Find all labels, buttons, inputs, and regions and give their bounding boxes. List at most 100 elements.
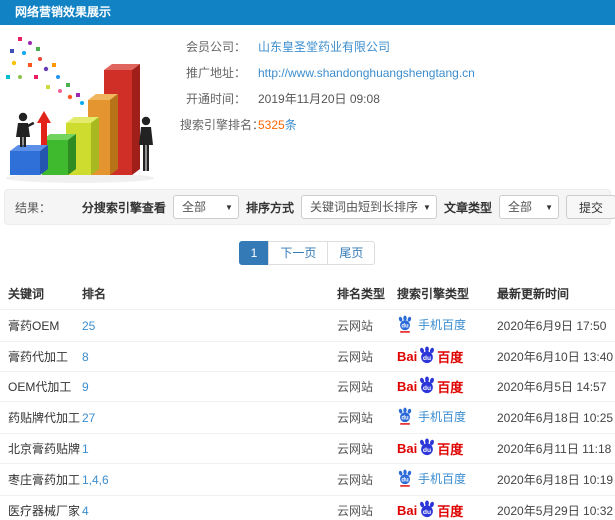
- baidu-cn-text: 百度: [437, 350, 464, 365]
- mobile-baidu-logo: du 手机百度: [397, 469, 466, 487]
- keyword-cell: 医疗器械厂家: [0, 495, 82, 520]
- chevron-down-icon: ▼: [225, 203, 233, 212]
- baidu-paw-icon: du: [420, 499, 435, 517]
- mobile-du-text: du: [401, 324, 409, 330]
- member-company-row: 会员公司： 山东皇圣堂药业有限公司: [180, 39, 615, 55]
- engine-rank-value[interactable]: 5325条: [258, 117, 297, 133]
- baidu-logo: Bai du 百度: [397, 345, 464, 366]
- rank-link[interactable]: 27: [82, 411, 95, 425]
- baidu-paw-icon: du: [420, 345, 435, 363]
- sort-filter-select[interactable]: 关键词由短到长排序 ▼: [300, 195, 437, 219]
- keyword-cell: 北京膏药贴牌: [0, 433, 82, 464]
- engine-rank-row: 搜索引擎排名： 5325条: [180, 117, 615, 133]
- update-time-cell: 2020年6月9日 17:50: [497, 309, 615, 342]
- baidu-du-text: du: [423, 385, 431, 392]
- keyword-cell: 枣庄膏药加工: [0, 463, 82, 496]
- rank-type-cell: 云网站: [337, 341, 397, 372]
- baidu-cn-text: 百度: [437, 442, 464, 457]
- baidu-du-text: du: [423, 355, 431, 362]
- baidu-logo: Bai du 百度: [397, 499, 464, 520]
- mobile-du-text: du: [401, 478, 409, 484]
- table-row: 药贴牌代加工 27 云网站 du 手机百度 2020年6月18日 10:25: [0, 401, 615, 434]
- rank-link[interactable]: 1: [82, 442, 89, 456]
- page-title: 网络营销效果展示: [15, 5, 112, 19]
- keyword-cell: 膏药代加工: [0, 341, 82, 372]
- baidu-paw-icon: du: [398, 315, 412, 333]
- member-info-section: 会员公司： 山东皇圣堂药业有限公司 推广地址： http://www.shand…: [0, 25, 615, 187]
- page-header: 网络营销效果展示: [0, 0, 615, 25]
- mobile-baidu-label: 手机百度: [418, 409, 467, 424]
- engine-filter-value: 全部: [181, 200, 206, 214]
- open-time-label: 开通时间：: [185, 92, 246, 106]
- baidu-cn-text: 百度: [437, 380, 464, 395]
- rank-link[interactable]: 9: [82, 380, 89, 394]
- sort-filter-label: 排序方式: [245, 200, 294, 215]
- rank-type-cell: 云网站: [337, 495, 397, 520]
- promo-url-link[interactable]: http://www.shandonghuangshengtang.cn: [258, 65, 475, 81]
- chevron-down-icon: ▼: [423, 203, 431, 212]
- mobile-baidu-label: 手机百度: [418, 317, 467, 332]
- rank-link[interactable]: 25: [82, 319, 95, 333]
- baidu-bai-text: Bai: [397, 503, 418, 518]
- rank-link[interactable]: 8: [82, 350, 89, 364]
- engine-filter-select[interactable]: 全部 ▼: [172, 195, 239, 219]
- growth-chart-illustration: [6, 37, 154, 183]
- keyword-cell: 膏药OEM: [0, 309, 82, 342]
- update-time-cell: 2020年6月11日 11:18: [497, 433, 615, 464]
- rank-type-cell: 云网站: [337, 433, 397, 464]
- article-type-value: 全部: [507, 200, 532, 214]
- table-row: 医疗器械厂家 4 云网站 Bai du 百度 2020年5月29日 10:32: [0, 495, 615, 520]
- rank-type-cell: 云网站: [337, 371, 397, 402]
- sort-filter-value: 关键词由短到长排序: [309, 200, 418, 214]
- baidu-logo: Bai du 百度: [397, 437, 464, 458]
- table-row: 北京膏药贴牌 1 云网站 Bai du 百度 2020年6月11日 11:18: [0, 433, 615, 464]
- table-row: 膏药OEM 25 云网站 du 手机百度 2020年6月9日 17:50: [0, 309, 615, 342]
- promo-url-row: 推广地址： http://www.shandonghuangshengtang.…: [180, 65, 615, 81]
- baidu-cn-text: 百度: [437, 504, 464, 519]
- pagination: 1 下一页 尾页: [0, 241, 615, 265]
- table-row: 枣庄膏药加工 1,4,6 云网站 du 手机百度 2020年6月18日 10:1…: [0, 463, 615, 496]
- engine-filter-label: 分搜索引擎查看: [81, 200, 166, 215]
- submit-button[interactable]: 提交: [565, 195, 615, 219]
- result-label: 结果：: [15, 200, 52, 215]
- header-update-time: 最新更新时间: [497, 287, 570, 301]
- article-type-select[interactable]: 全部 ▼: [498, 195, 559, 219]
- rank-link[interactable]: 1,4,6: [82, 473, 109, 487]
- keyword-cell: 药贴牌代加工: [0, 401, 82, 434]
- table-row: OEM代加工 9 云网站 Bai du 百度 2020年6月5日 14:57: [0, 371, 615, 402]
- keyword-cell: OEM代加工: [0, 371, 82, 402]
- baidu-bai-text: Bai: [397, 441, 418, 456]
- promo-url-label: 推广地址：: [185, 66, 246, 80]
- open-time-value: 2019年11月20日 09:08: [258, 92, 380, 106]
- rank-type-cell: 云网站: [337, 401, 397, 434]
- open-time-row: 开通时间： 2019年11月20日 09:08: [180, 91, 615, 107]
- update-time-cell: 2020年6月18日 10:25: [497, 401, 615, 434]
- rank-type-cell: 云网站: [337, 309, 397, 342]
- table-row: 膏药代加工 8 云网站 Bai du 百度 2020年6月10日 13:40: [0, 341, 615, 372]
- page-next-button[interactable]: 下一页: [268, 241, 329, 265]
- rank-count: 5325: [258, 118, 285, 132]
- mobile-baidu-logo: du 手机百度: [397, 315, 466, 333]
- page-current[interactable]: 1: [238, 241, 270, 265]
- header-rank-type: 排名类型: [337, 287, 386, 301]
- member-company-link[interactable]: 山东皇圣堂药业有限公司: [258, 39, 390, 55]
- baidu-logo: Bai du 百度: [397, 375, 464, 396]
- baidu-bai-text: Bai: [397, 379, 418, 394]
- article-type-label: 文章类型: [443, 200, 492, 215]
- results-table: 关键词 排名 排名类型 搜索引擎类型 最新更新时间 膏药OEM 25 云网站 d…: [0, 278, 615, 520]
- engine-rank-label: 搜索引擎排名：: [180, 118, 265, 132]
- mobile-du-text: du: [401, 416, 409, 422]
- baidu-bai-text: Bai: [397, 349, 418, 364]
- rank-link[interactable]: 4: [82, 504, 89, 518]
- table-header-row: 关键词 排名 排名类型 搜索引擎类型 最新更新时间: [0, 278, 615, 310]
- businessman-left: [16, 112, 35, 147]
- baidu-du-text: du: [423, 447, 431, 454]
- page-last-button[interactable]: 尾页: [327, 241, 376, 265]
- rank-type-cell: 云网站: [337, 463, 397, 496]
- baidu-paw-icon: du: [398, 469, 412, 487]
- table-body: 膏药OEM 25 云网站 du 手机百度 2020年6月9日 17:50 膏药代…: [0, 309, 615, 520]
- confetti-dots: [6, 37, 96, 111]
- update-time-cell: 2020年5月29日 10:32: [497, 495, 615, 520]
- update-time-cell: 2020年6月5日 14:57: [497, 371, 615, 402]
- mobile-baidu-logo: du 手机百度: [397, 407, 466, 425]
